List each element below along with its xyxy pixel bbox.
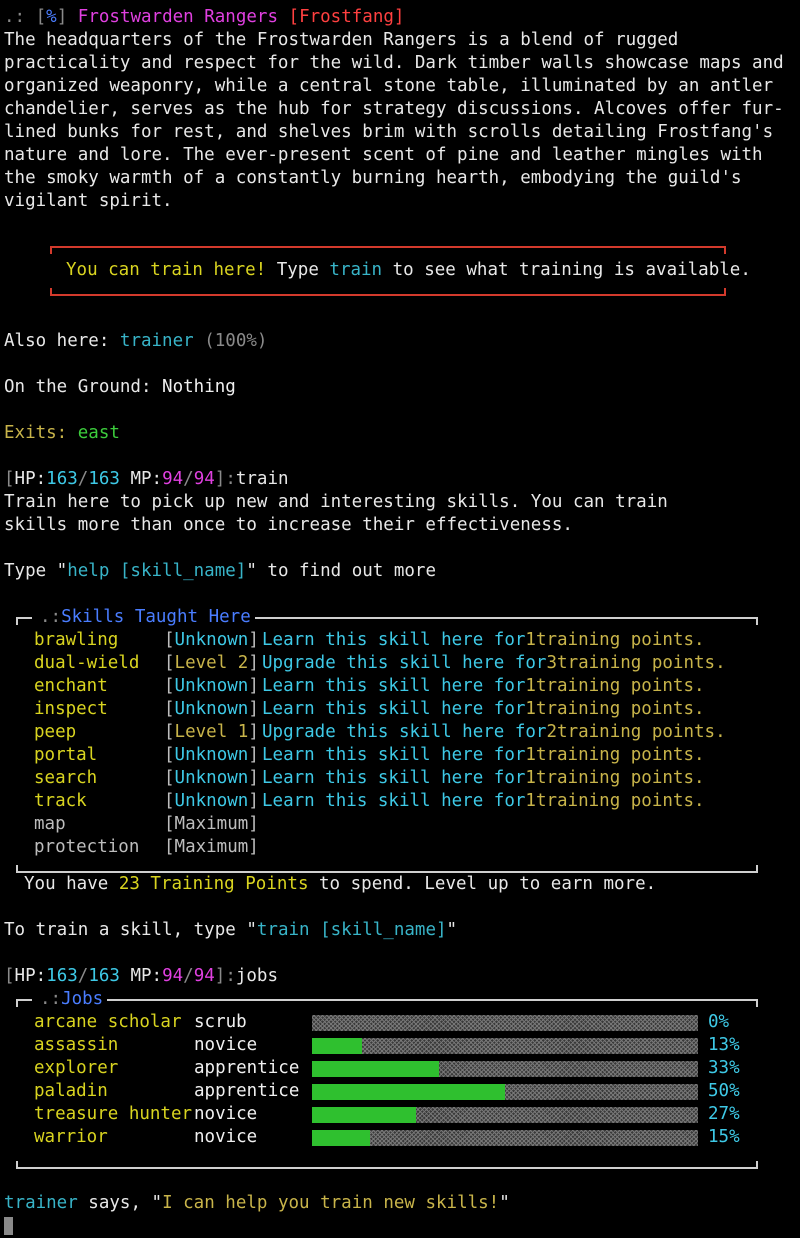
room-prefix: .:	[4, 7, 36, 27]
hp-value: 163	[46, 469, 78, 489]
job-rank: apprentice	[194, 1081, 300, 1101]
ground-value: Nothing	[162, 377, 236, 397]
hp-value: 163	[46, 966, 78, 986]
command-train: train	[235, 469, 289, 489]
job-row: paladin apprentice 50%	[34, 1080, 758, 1103]
room-flag: %	[46, 7, 57, 27]
job-progress-fill	[312, 1037, 363, 1054]
mp-max: 94	[193, 469, 215, 489]
mp-value: 94	[162, 966, 184, 986]
job-progress-bar	[312, 1106, 698, 1123]
exit-east: east	[77, 423, 120, 443]
job-row: arcane scholar scrub 0%	[34, 1011, 758, 1034]
skill-row: brawling [Unknown] Learn this skill here f…	[34, 630, 705, 650]
job-progress-fill	[312, 1060, 440, 1077]
mp-label: MP:	[130, 469, 163, 489]
jobs-box-title: Jobs	[61, 989, 104, 1009]
notice-highlight: You can train here!	[66, 260, 267, 280]
prompt-train: [HP:163/163 MP:94/94]:train	[4, 469, 289, 489]
job-progress-fill	[312, 1129, 370, 1146]
say-speaker: trainer	[4, 1193, 78, 1213]
room-name: Frostwarden Rangers	[77, 7, 278, 27]
job-row: explorer apprentice 33%	[34, 1057, 758, 1080]
job-percent: 33%	[708, 1058, 740, 1078]
job-row: treasure hunter novice 27%	[34, 1103, 758, 1126]
help-command: help [skill_name]	[67, 561, 247, 581]
room-description: The headquarters of the Frostwarden Rang…	[4, 30, 784, 211]
train-command-hint: train [skill_name]	[256, 920, 447, 940]
skills-box-title: Skills Taught Here	[61, 607, 251, 627]
terminal-output: .: [%] Frostwarden Rangers [Frostfang] T…	[4, 6, 796, 1238]
job-row: assassin novice 13%	[34, 1034, 758, 1057]
job-progress-bar	[312, 1060, 698, 1077]
notice-command: train	[329, 260, 383, 280]
job-progress-bar	[312, 1014, 698, 1031]
train-intro-2: skills more than once to increase their …	[4, 515, 573, 535]
job-progress-fill	[312, 1106, 417, 1123]
say-text: I can help you train new skills!	[162, 1193, 500, 1213]
ground-line: On the Ground: Nothing	[4, 376, 796, 399]
notice-post: to see what training is available.	[382, 260, 751, 280]
job-progress-bar	[312, 1037, 698, 1054]
flag-open: [	[35, 7, 47, 27]
job-rank: novice	[194, 1104, 258, 1124]
skill-row: search [Unknown] Learn this skill here for…	[34, 768, 705, 788]
room-zone: [Frostfang]	[288, 7, 405, 27]
job-percent: 15%	[708, 1127, 740, 1147]
job-row: warrior novice 15%	[34, 1126, 758, 1149]
job-rank: novice	[194, 1127, 258, 1147]
job-percent: 27%	[708, 1104, 740, 1124]
command-jobs: jobs	[235, 966, 279, 986]
job-progress-bar	[312, 1129, 698, 1146]
train-hint: To train a skill, type "train [skill_nam…	[4, 920, 458, 940]
train-notice: You can train here! Type train to see wh…	[50, 246, 751, 296]
training-points: 23 Training Points	[118, 874, 309, 894]
job-progress-fill	[312, 1083, 505, 1100]
jobs-box: .:Jobs arcane scholar scrub 0% assassin novi…	[16, 988, 758, 1169]
skill-row: enchant [Unknown] Learn this skill here fo…	[34, 676, 705, 696]
input-cursor-line[interactable]	[4, 1215, 796, 1238]
job-percent: 13%	[708, 1035, 740, 1055]
hp-max: 163	[88, 469, 120, 489]
mp-value: 94	[162, 469, 184, 489]
training-points-line: You have 23 Training Points to spend. Le…	[24, 874, 657, 894]
npc-health: (100%)	[193, 331, 268, 351]
job-name: paladin	[34, 1081, 108, 1101]
skills-box: .:Skills Taught Here brawling [Unknown] Le…	[16, 606, 758, 873]
ground-label: On the Ground:	[4, 377, 163, 397]
job-name: explorer	[34, 1058, 119, 1078]
npc-trainer: trainer	[119, 331, 194, 351]
job-name: arcane scholar	[34, 1012, 182, 1032]
hp-label: HP:	[14, 469, 47, 489]
skill-row: portal [Unknown] Learn this skill here for…	[34, 745, 705, 765]
train-intro-1: Train here to pick up new and interestin…	[4, 492, 668, 512]
flag-close: ]	[56, 7, 68, 27]
job-name: treasure hunter	[34, 1104, 193, 1124]
job-rank: scrub	[194, 1012, 247, 1032]
job-name: assassin	[34, 1035, 119, 1055]
also-here-label: Also here:	[4, 331, 120, 351]
skill-row: peep [Level 1] Upgrade this skill here for…	[34, 722, 726, 742]
input-cursor[interactable]	[4, 1217, 13, 1235]
help-hint: Type "help [skill_name]" to find out mor…	[4, 561, 436, 581]
skill-row: inspect [Unknown] Learn this skill here fo…	[34, 699, 705, 719]
skill-row: track [Unknown] Learn this skill here for …	[34, 791, 705, 811]
also-here-line: Also here: trainer (100%)	[4, 330, 796, 353]
notice-pre: Type	[266, 260, 330, 280]
skill-row-maxed: protection [Maximum]	[34, 837, 259, 857]
job-rank: apprentice	[194, 1058, 300, 1078]
room-header: .: [%] Frostwarden Rangers [Frostfang]	[4, 6, 796, 29]
exits-label: Exits:	[4, 423, 78, 443]
prompt-jobs: [HP:163/163 MP:94/94]:jobs	[4, 966, 279, 986]
exits-line: Exits: east	[4, 422, 796, 445]
job-progress-bar	[312, 1083, 698, 1100]
job-percent: 0%	[708, 1012, 730, 1032]
skill-row: dual-wield [Level 2] Upgrade this skill he…	[34, 653, 726, 673]
job-name: warrior	[34, 1127, 108, 1147]
skill-row-maxed: map [Maximum]	[34, 814, 259, 834]
job-rank: novice	[194, 1035, 258, 1055]
job-percent: 50%	[708, 1081, 740, 1101]
